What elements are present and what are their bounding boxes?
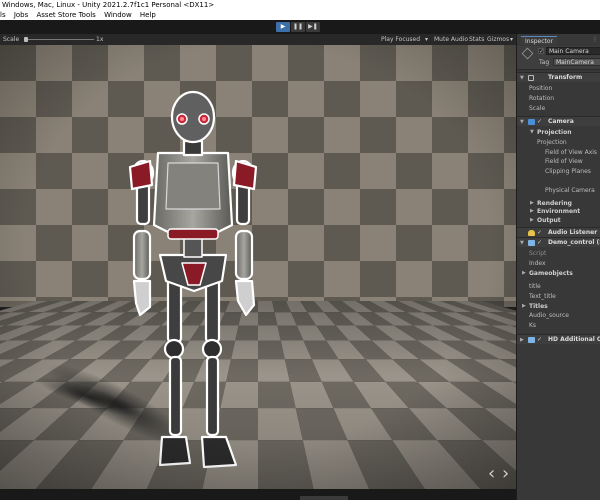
- rotation-label: Rotation: [529, 95, 555, 102]
- play-focused-chevron-icon[interactable]: ▾: [425, 34, 428, 45]
- transform-component-header[interactable]: ▼ Transform: [517, 72, 600, 82]
- environment-section-label: Environment: [537, 208, 581, 215]
- stats-toggle[interactable]: Stats: [469, 34, 484, 45]
- title-field-label: title: [529, 283, 541, 290]
- text-title-field-label: Text_title: [529, 293, 556, 300]
- horizontal-scrollbar[interactable]: [300, 496, 348, 500]
- gizmos-toggle[interactable]: Gizmos: [487, 34, 509, 45]
- game-view-toolbar: Scale 1x Play Focused ▾ Mute Audio Stats…: [0, 34, 516, 45]
- inspector-panel: Inspector ⋮ ✓ Main Camera Tag MainCamera…: [516, 34, 600, 500]
- camera-enabled-checkbox[interactable]: ✓: [537, 117, 542, 126]
- object-name-field[interactable]: Main Camera: [546, 47, 600, 55]
- fov-label: Field of View: [545, 158, 583, 165]
- demo-control-header[interactable]: ▼ ✓ Demo_control (Scri: [517, 237, 600, 247]
- play-controls: ▶ ❚❚ ▶❚: [276, 22, 320, 32]
- hd-camera-expand-icon[interactable]: ▶: [520, 335, 524, 344]
- object-active-checkbox[interactable]: ✓: [538, 48, 544, 55]
- menu-item-help[interactable]: Help: [140, 10, 156, 20]
- audio-listener-title: Audio Listener: [548, 229, 598, 236]
- menu-item-window[interactable]: Window: [104, 10, 132, 20]
- audio-listener-header[interactable]: ✓ Audio Listener: [517, 227, 600, 237]
- menu-item-asset-store-tools[interactable]: Asset Store Tools: [37, 10, 96, 20]
- camera-icon: [528, 119, 535, 125]
- inspector-tab[interactable]: Inspector: [521, 36, 557, 45]
- scene-render: ‹ ›: [0, 45, 516, 489]
- script-icon: [528, 240, 535, 246]
- headphones-icon: [528, 230, 535, 236]
- transform-icon: [528, 75, 534, 81]
- window-title: Windows, Mac, Linux - Unity 2021.2.7f1c1…: [0, 0, 600, 10]
- menu-item-jobs[interactable]: Jobs: [14, 10, 28, 20]
- script-field-label: Script: [529, 250, 547, 257]
- index-field-label: Index: [529, 260, 546, 267]
- demo-control-title: Demo_control (Scri: [548, 239, 600, 246]
- projection-expand-icon[interactable]: ▼: [530, 129, 534, 135]
- game-scene: ‹ ›: [0, 45, 516, 489]
- ks-field-label: Ks: [529, 322, 537, 329]
- camera-component-header[interactable]: ▼ ✓ Camera: [517, 116, 600, 126]
- audio-listener-checkbox[interactable]: ✓: [537, 228, 542, 237]
- audio-source-field-label: Audio_source: [529, 312, 569, 319]
- pause-button[interactable]: ❚❚: [291, 22, 305, 32]
- projection-field-label: Projection: [537, 139, 567, 146]
- physical-camera-label: Physical Camera: [545, 187, 595, 194]
- clipping-planes-label: Clipping Planes: [545, 168, 591, 175]
- scale-value: 1x: [96, 36, 104, 43]
- hd-camera-script-icon: [528, 337, 535, 343]
- titles-expand-icon[interactable]: ▶: [522, 303, 526, 309]
- gizmos-chevron-icon[interactable]: ▾: [510, 34, 513, 45]
- play-button[interactable]: ▶: [276, 22, 290, 32]
- scale-slider[interactable]: [24, 39, 94, 40]
- gameobjects-label: Gameobjects: [529, 270, 573, 277]
- fov-axis-label: Field of View Axis: [545, 149, 598, 156]
- demo-control-expand-icon[interactable]: ▼: [520, 238, 524, 247]
- transform-expand-icon[interactable]: ▼: [520, 73, 524, 82]
- step-button[interactable]: ▶❚: [306, 22, 320, 32]
- output-expand-icon[interactable]: ▶: [530, 217, 534, 223]
- nav-left-icon[interactable]: ‹: [488, 463, 495, 484]
- camera-title: Camera: [548, 118, 574, 125]
- transform-title: Transform: [548, 74, 583, 81]
- titles-label: Titles: [529, 303, 548, 310]
- output-section-label: Output: [537, 217, 561, 224]
- camera-expand-icon[interactable]: ▼: [520, 117, 524, 126]
- rendering-expand-icon[interactable]: ▶: [530, 200, 534, 206]
- environment-expand-icon[interactable]: ▶: [530, 208, 534, 214]
- projection-section-label: Projection: [537, 129, 572, 136]
- inspector-menu-icon[interactable]: ⋮: [592, 36, 598, 43]
- scale-label: Scale: [3, 36, 20, 43]
- menu-bar: ls Jobs Asset Store Tools Window Help: [0, 10, 600, 20]
- menu-item-tools[interactable]: ls: [0, 10, 6, 20]
- demo-control-checkbox[interactable]: ✓: [537, 238, 542, 247]
- game-view-footer: [0, 489, 516, 500]
- hd-camera-title: HD Additional Cam: [548, 336, 600, 343]
- hd-camera-checkbox[interactable]: ✓: [537, 335, 542, 344]
- scale-slider-handle[interactable]: [24, 37, 28, 42]
- rendering-section-label: Rendering: [537, 200, 572, 207]
- position-label: Position: [529, 85, 553, 92]
- game-view[interactable]: Scale 1x Play Focused ▾ Mute Audio Stats…: [0, 34, 516, 500]
- tag-label: Tag: [539, 59, 550, 66]
- scale-label: Scale: [529, 105, 546, 112]
- hd-camera-header[interactable]: ▶ ✓ HD Additional Cam: [517, 334, 600, 344]
- nav-right-icon[interactable]: ›: [502, 463, 509, 484]
- mute-audio-toggle[interactable]: Mute Audio: [434, 34, 468, 45]
- tag-dropdown[interactable]: MainCamera: [553, 58, 600, 66]
- gameobjects-expand-icon[interactable]: ▶: [522, 270, 526, 276]
- play-focused-dropdown[interactable]: Play Focused: [381, 34, 420, 45]
